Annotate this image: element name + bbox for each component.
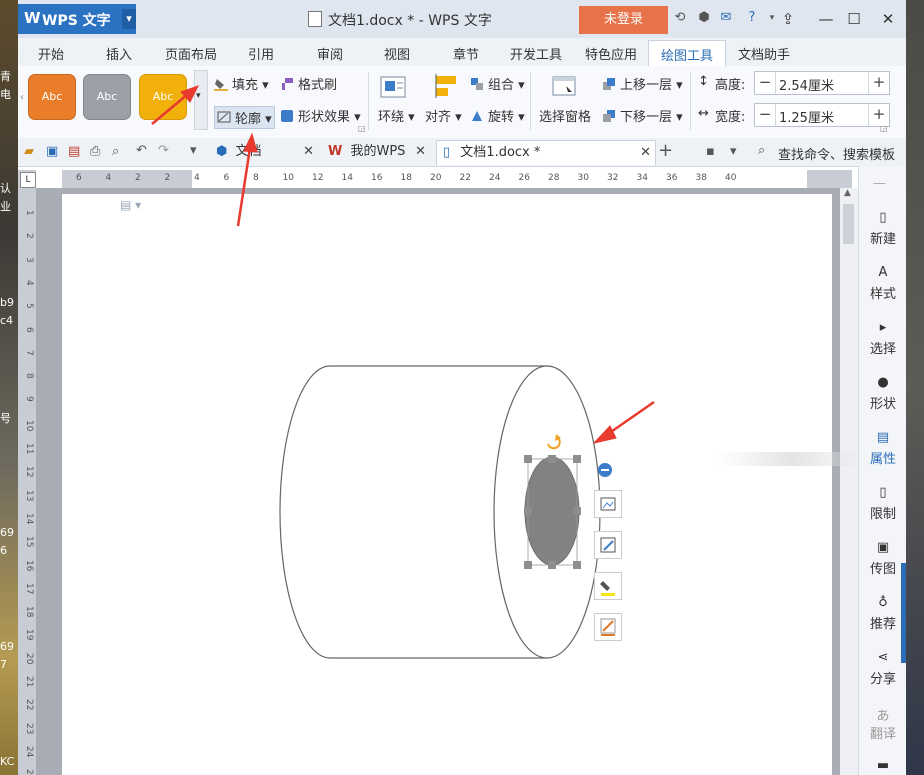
panel-shapes[interactable]: ● 形状 bbox=[859, 375, 906, 412]
collapse-toolbar-icon[interactable] bbox=[598, 463, 612, 477]
panel-label: 推荐 bbox=[869, 617, 896, 632]
desktop-text: KC bbox=[0, 755, 15, 768]
desktop-background-right bbox=[906, 0, 924, 775]
desktop-text: 69 bbox=[0, 526, 14, 539]
award-icon: ♁ bbox=[878, 595, 888, 610]
panel-label: 翻译 bbox=[869, 727, 896, 742]
desktop-text: 青 bbox=[0, 70, 11, 83]
outline-pen-icon bbox=[600, 537, 616, 553]
panel-recommend[interactable]: ♁ 推荐 bbox=[859, 595, 906, 632]
fill-color-button[interactable] bbox=[594, 572, 622, 600]
paint-bucket-icon bbox=[600, 581, 615, 596]
vertical-scrollbar[interactable]: ▲ bbox=[840, 188, 858, 775]
panel-share[interactable]: ⋖ 分享 bbox=[859, 650, 906, 687]
gray-ellipse-shape[interactable] bbox=[524, 456, 580, 566]
glare-streak bbox=[718, 452, 868, 466]
share-icon: ⋖ bbox=[877, 650, 889, 665]
new-icon: ▯ bbox=[879, 210, 887, 225]
panel-label: 限制 bbox=[869, 507, 896, 522]
desktop-text: 电 bbox=[0, 88, 11, 101]
translate-icon: あ bbox=[876, 709, 890, 724]
panel-more[interactable]: ▬ bbox=[859, 758, 906, 775]
trash-icon: ▬ bbox=[876, 758, 890, 773]
outline-style-button[interactable] bbox=[594, 531, 622, 559]
shapes-icon: ● bbox=[877, 375, 889, 390]
scroll-thumb[interactable] bbox=[843, 204, 854, 244]
desktop-text: 6 bbox=[0, 544, 7, 557]
style-icon: A bbox=[878, 265, 888, 280]
desktop-text: b9 bbox=[0, 296, 14, 309]
desktop-background: 青 电 认 业 b9 c4 号 69 6 69 7 KC bbox=[0, 0, 18, 775]
panel-select[interactable]: ▸ 选择 bbox=[859, 320, 906, 357]
panel-translate[interactable]: あ翻译 bbox=[859, 705, 906, 742]
scroll-up-icon[interactable]: ▲ bbox=[844, 188, 851, 198]
panel-label: 样式 bbox=[869, 287, 896, 302]
panel-label: 新建 bbox=[869, 232, 896, 247]
panel-label: 属性 bbox=[869, 452, 896, 467]
task-pane: — ▯ 新建 A 样式 ▸ 选择 ● 形状 ▤ 属性 ▯ 限制 ▣ 传图 ♁ 推荐 ⋖ 分享 あ翻… bbox=[858, 166, 906, 775]
desktop-text: c4 bbox=[0, 314, 14, 327]
panel-handle[interactable]: — bbox=[873, 176, 886, 191]
desktop-text: 业 bbox=[0, 200, 11, 213]
panel-styles[interactable]: A 样式 bbox=[859, 265, 906, 302]
select-icon: ▸ bbox=[879, 320, 887, 335]
panel-restrict[interactable]: ▯ 限制 bbox=[859, 485, 906, 522]
lock-icon: ▯ bbox=[879, 485, 887, 500]
panel-upload-image[interactable]: ▣ 传图 bbox=[859, 540, 906, 577]
panel-label: 形状 bbox=[869, 397, 896, 412]
image-icon: ▣ bbox=[876, 540, 890, 555]
properties-icon: ▤ bbox=[876, 430, 890, 445]
wps-window: W WPS 文字 ▾ 文档1.docx * - WPS 文字 未登录 ⟲ ⬢ ✉… bbox=[18, 0, 906, 775]
line-color-button[interactable] bbox=[594, 613, 622, 641]
desktop-text: 7 bbox=[0, 658, 7, 671]
pencil-icon bbox=[600, 618, 616, 636]
layout-options-button[interactable] bbox=[594, 490, 622, 518]
panel-label: 选择 bbox=[869, 342, 896, 357]
panel-new[interactable]: ▯ 新建 bbox=[859, 210, 906, 247]
drawing-canvas bbox=[151, 85, 655, 659]
panel-label: 分享 bbox=[869, 672, 896, 687]
desktop-text: 号 bbox=[0, 412, 11, 425]
panel-label: 传图 bbox=[869, 562, 896, 577]
desktop-text: 69 bbox=[0, 640, 14, 653]
layout-icon bbox=[600, 497, 616, 511]
desktop-text: 认 bbox=[0, 182, 11, 195]
panel-collapse-tab[interactable] bbox=[901, 563, 906, 663]
